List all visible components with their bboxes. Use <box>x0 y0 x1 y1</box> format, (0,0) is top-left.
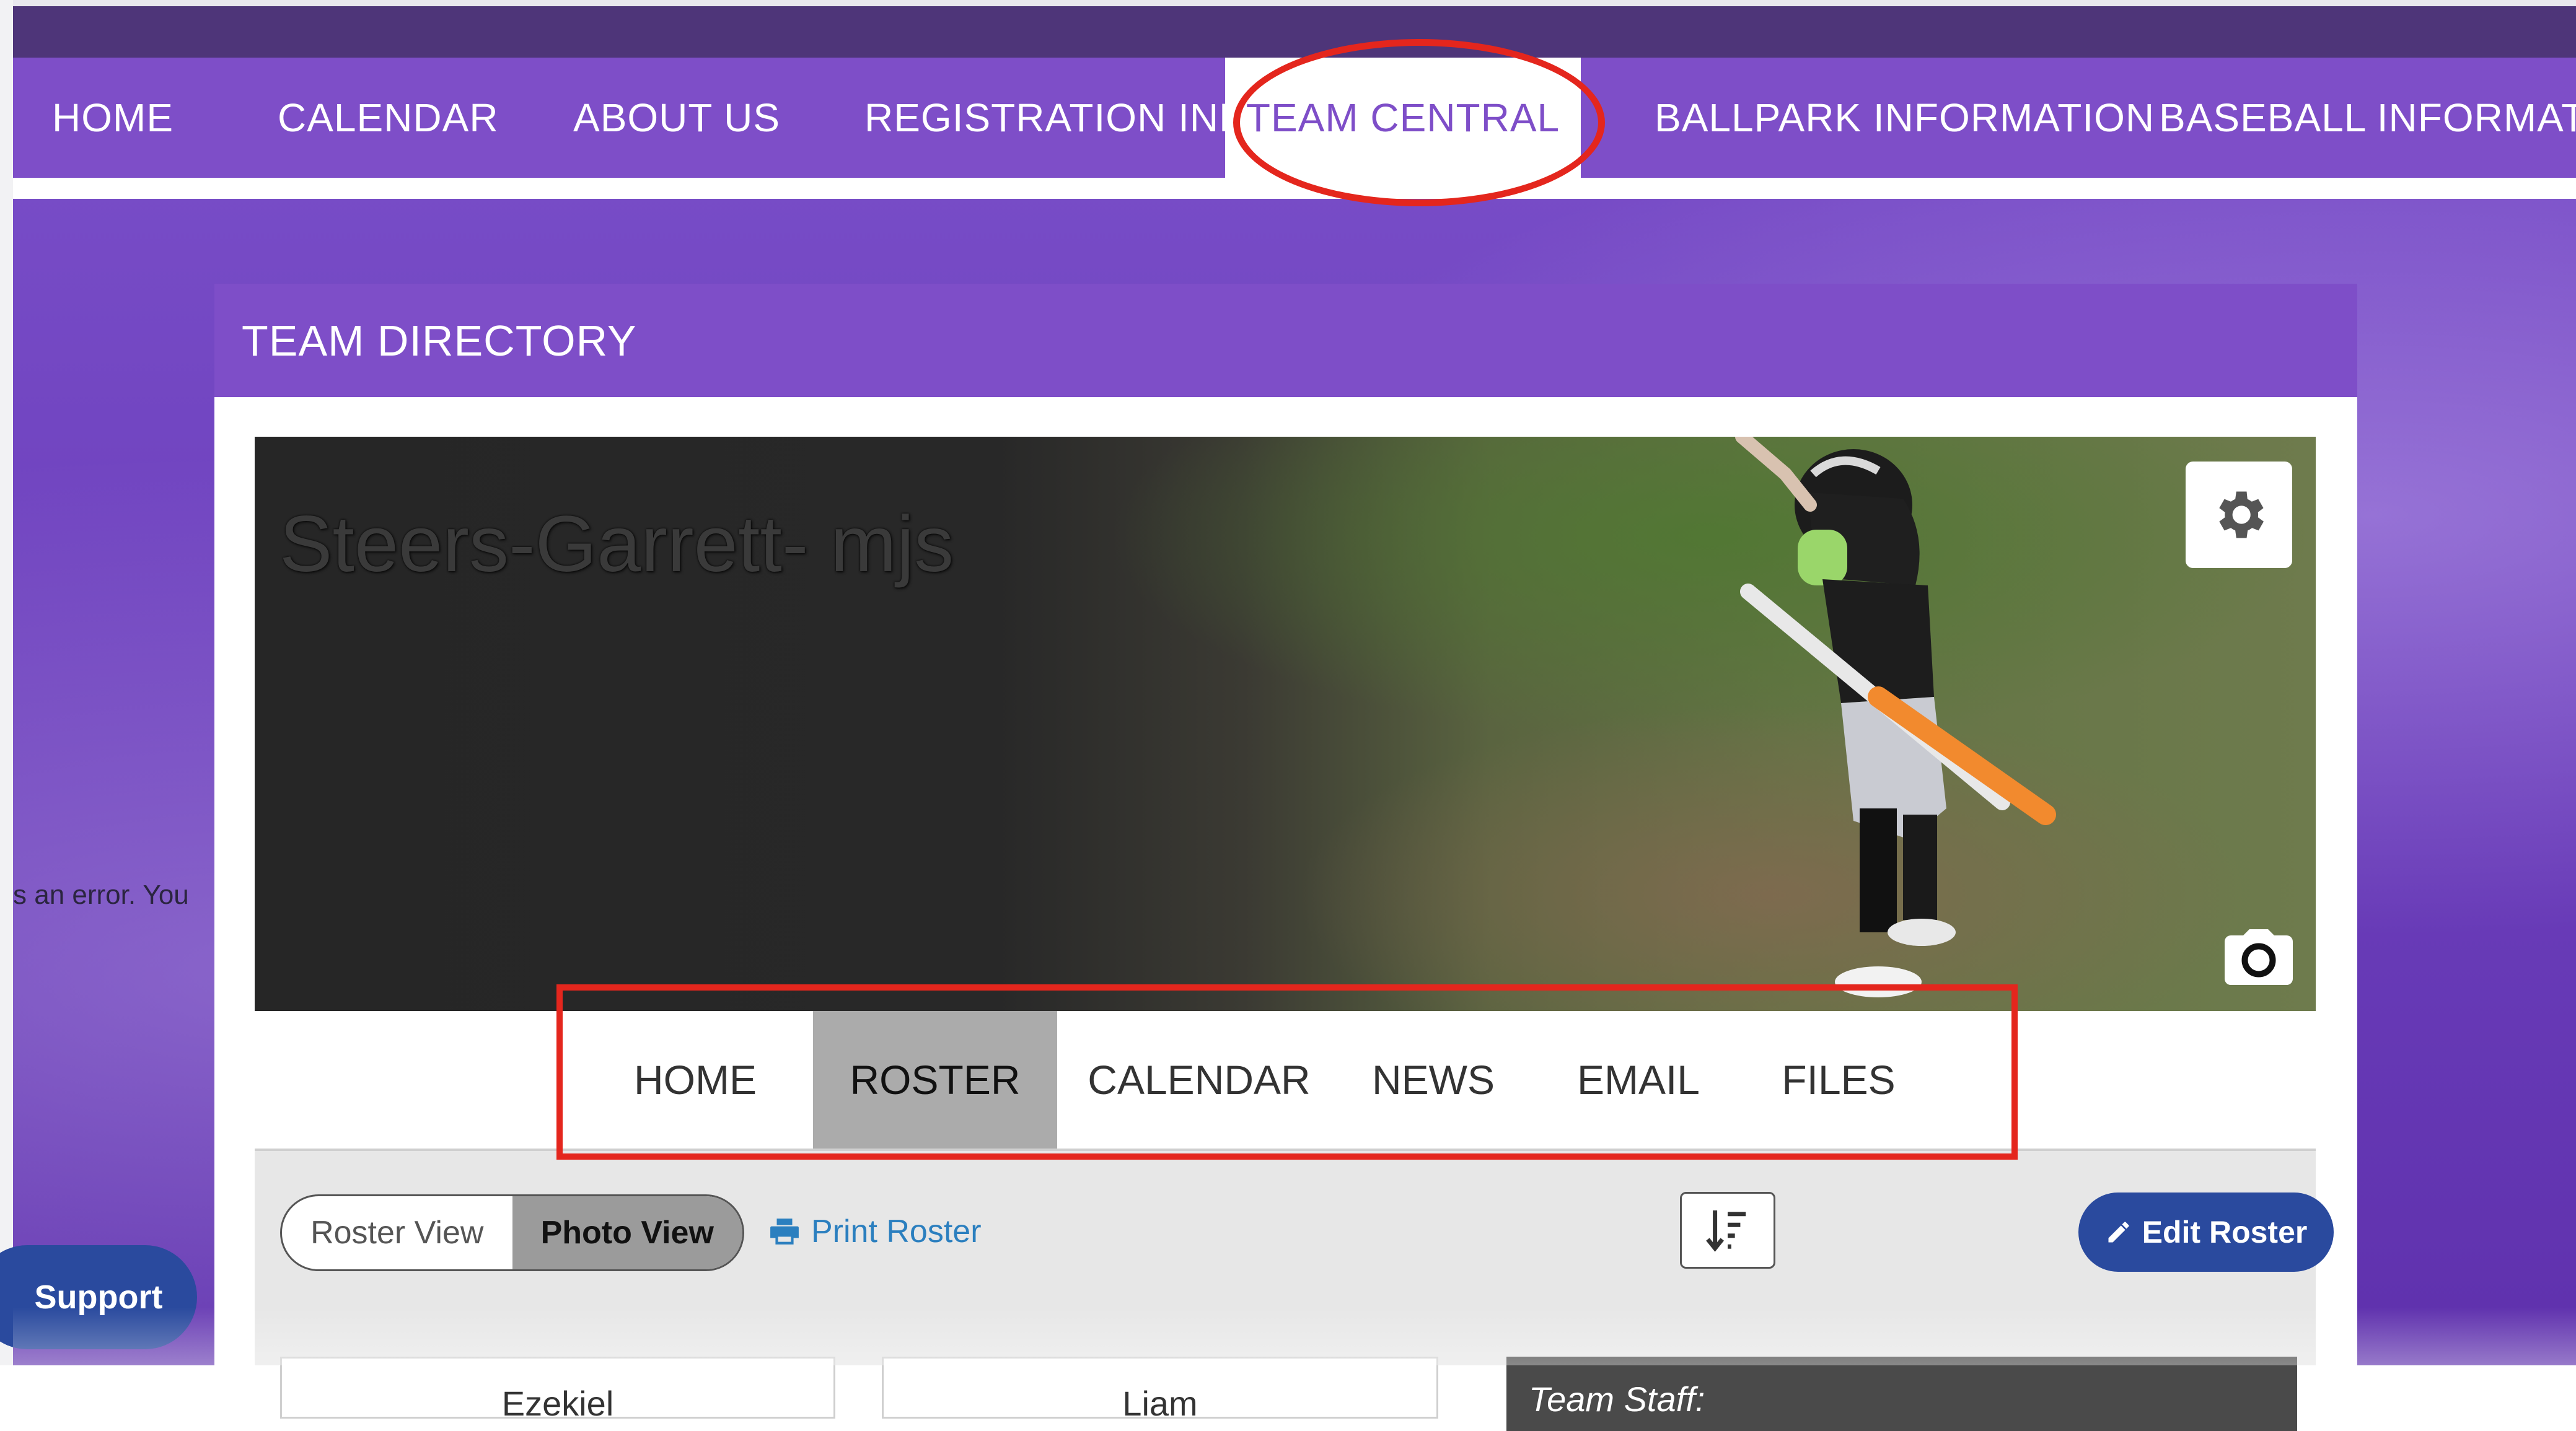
card-title: TEAM DIRECTORY <box>214 284 2357 397</box>
team-name: Steers-Garrett- mjs <box>279 500 954 589</box>
team-staff-panel: Team Staff: <box>1506 1357 2297 1431</box>
support-button[interactable]: Support <box>0 1245 197 1349</box>
edit-roster-button[interactable]: Edit Roster <box>2078 1192 2334 1272</box>
annotation-rectangle <box>556 984 2018 1160</box>
nav-baseball-information[interactable]: BASEBALL INFORMATION <box>2159 58 2576 178</box>
batter-illustration <box>1735 437 2056 997</box>
team-banner: Steers-Garrett- mjs <box>255 437 2316 1011</box>
roster-view-option[interactable]: Roster View <box>282 1196 512 1269</box>
top-bar <box>13 0 2576 58</box>
team-staff-heading: Team Staff: <box>1529 1380 1705 1419</box>
view-toggle: Roster View Photo View <box>280 1194 744 1271</box>
nav-ballpark-information[interactable]: BALLPARK INFORMATION <box>1655 58 2155 178</box>
sort-button[interactable] <box>1680 1192 1775 1269</box>
roster-toolbar: Roster View Photo View Print Roster Edit… <box>255 1151 2334 1431</box>
sort-icon <box>1706 1210 1746 1252</box>
annotation-circle <box>1233 39 1605 206</box>
camera-icon[interactable] <box>2222 926 2296 988</box>
gear-icon <box>2219 491 2264 538</box>
printer-icon <box>770 1219 799 1245</box>
left-edge <box>0 0 13 1365</box>
nav-calendar[interactable]: CALENDAR <box>278 58 499 178</box>
edit-roster-label: Edit Roster <box>2142 1215 2308 1249</box>
player-card[interactable]: Liam <box>882 1357 1438 1419</box>
nav-about-us[interactable]: ABOUT US <box>573 58 780 178</box>
background-error-text: s an error. You <box>13 880 189 910</box>
nav-home[interactable]: HOME <box>52 58 174 178</box>
pencil-icon <box>2108 1222 2129 1243</box>
player-name: Liam <box>1122 1384 1198 1419</box>
settings-button[interactable] <box>2186 462 2292 568</box>
print-roster-label: Print Roster <box>811 1214 982 1249</box>
photo-view-option[interactable]: Photo View <box>512 1196 742 1269</box>
nav-registration-info[interactable]: REGISTRATION INFO <box>864 58 1275 178</box>
player-card[interactable]: Ezekiel <box>280 1357 835 1419</box>
team-directory-card: TEAM DIRECTORY Steers-Garrett- mjs HOME … <box>214 284 2357 1431</box>
print-roster-link[interactable]: Print Roster <box>769 1213 982 1250</box>
player-name: Ezekiel <box>501 1384 614 1419</box>
